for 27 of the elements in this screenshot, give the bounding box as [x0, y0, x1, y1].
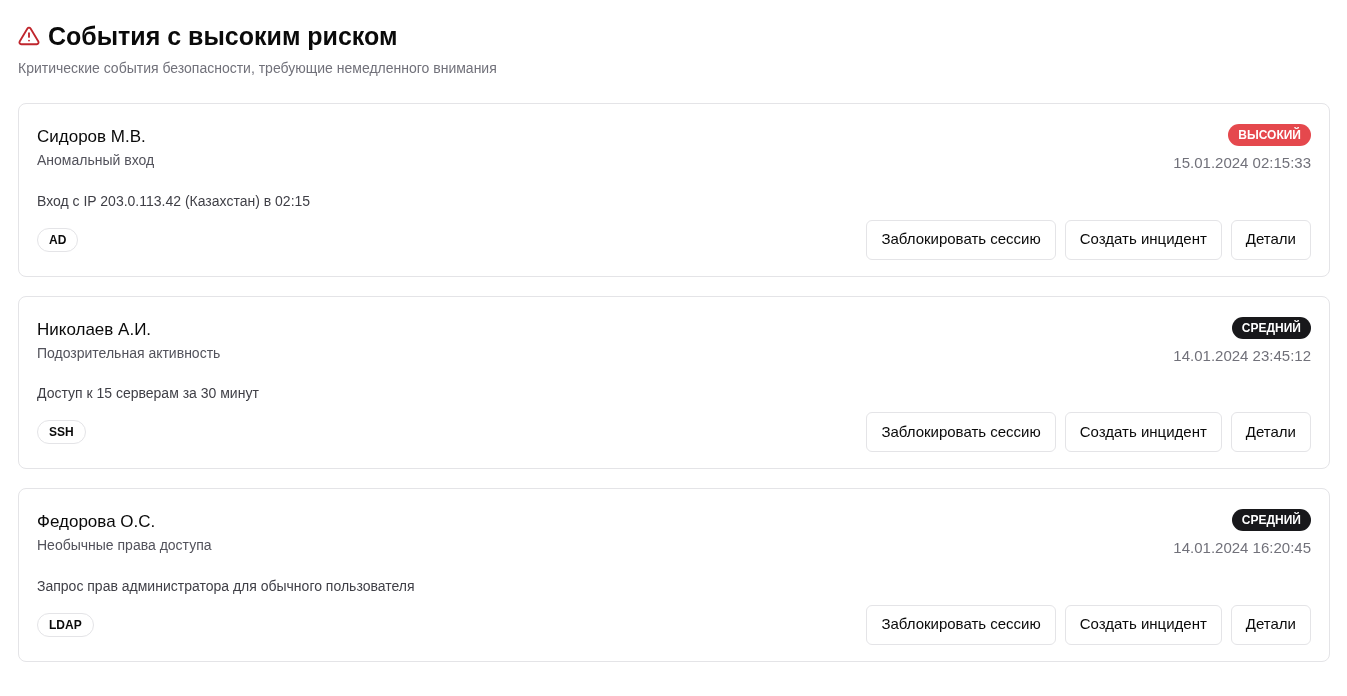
page-title: События с высоким риском — [48, 21, 398, 52]
event-type: Необычные права доступа — [37, 536, 212, 555]
action-button[interactable]: Детали — [1230, 604, 1311, 645]
action-button[interactable]: Заблокировать сессию — [866, 604, 1056, 645]
event-description: Вход с IP 203.0.113.42 (Казахстан) в 02:15 — [37, 191, 312, 211]
action-button[interactable]: Заблокировать сессию — [866, 412, 1056, 452]
action-button[interactable]: Создать инцидент — [1064, 219, 1222, 260]
action-button[interactable]: Детали — [1230, 412, 1311, 452]
user-name: Федорова О.С. — [37, 511, 157, 533]
action-button[interactable]: Создать инцидент — [1064, 604, 1222, 645]
event-type: Подозрительная активность — [37, 343, 221, 363]
user-name: Николаев А.И. — [37, 318, 153, 341]
user-name: Сидоров М.В. — [37, 126, 147, 148]
action-button[interactable]: Заблокировать сессию — [866, 219, 1056, 260]
risk-badge: СРЕДНИЙ — [1231, 509, 1311, 531]
page-subtitle: Критические события безопасности, требующие немедленного внимания — [18, 59, 498, 78]
action-button[interactable]: Создать инцидент — [1064, 412, 1222, 452]
timestamp: 14.01.2024 23:45:12 — [1173, 345, 1311, 366]
event-description: Запрос прав администратора для обычного пользователя — [37, 576, 416, 596]
warning-icon — [18, 25, 40, 47]
action-button[interactable]: Детали — [1230, 219, 1311, 260]
timestamp: 14.01.2024 16:20:45 — [1173, 538, 1311, 558]
event-description: Доступ к 15 серверам за 30 минут — [37, 384, 260, 403]
risk-badge: ВЫСОКИЙ — [1228, 124, 1311, 146]
timestamp: 15.01.2024 02:15:33 — [1173, 153, 1311, 173]
risk-badge: СРЕДНИЙ — [1231, 316, 1311, 339]
event-type: Аномальный вход — [37, 151, 155, 170]
